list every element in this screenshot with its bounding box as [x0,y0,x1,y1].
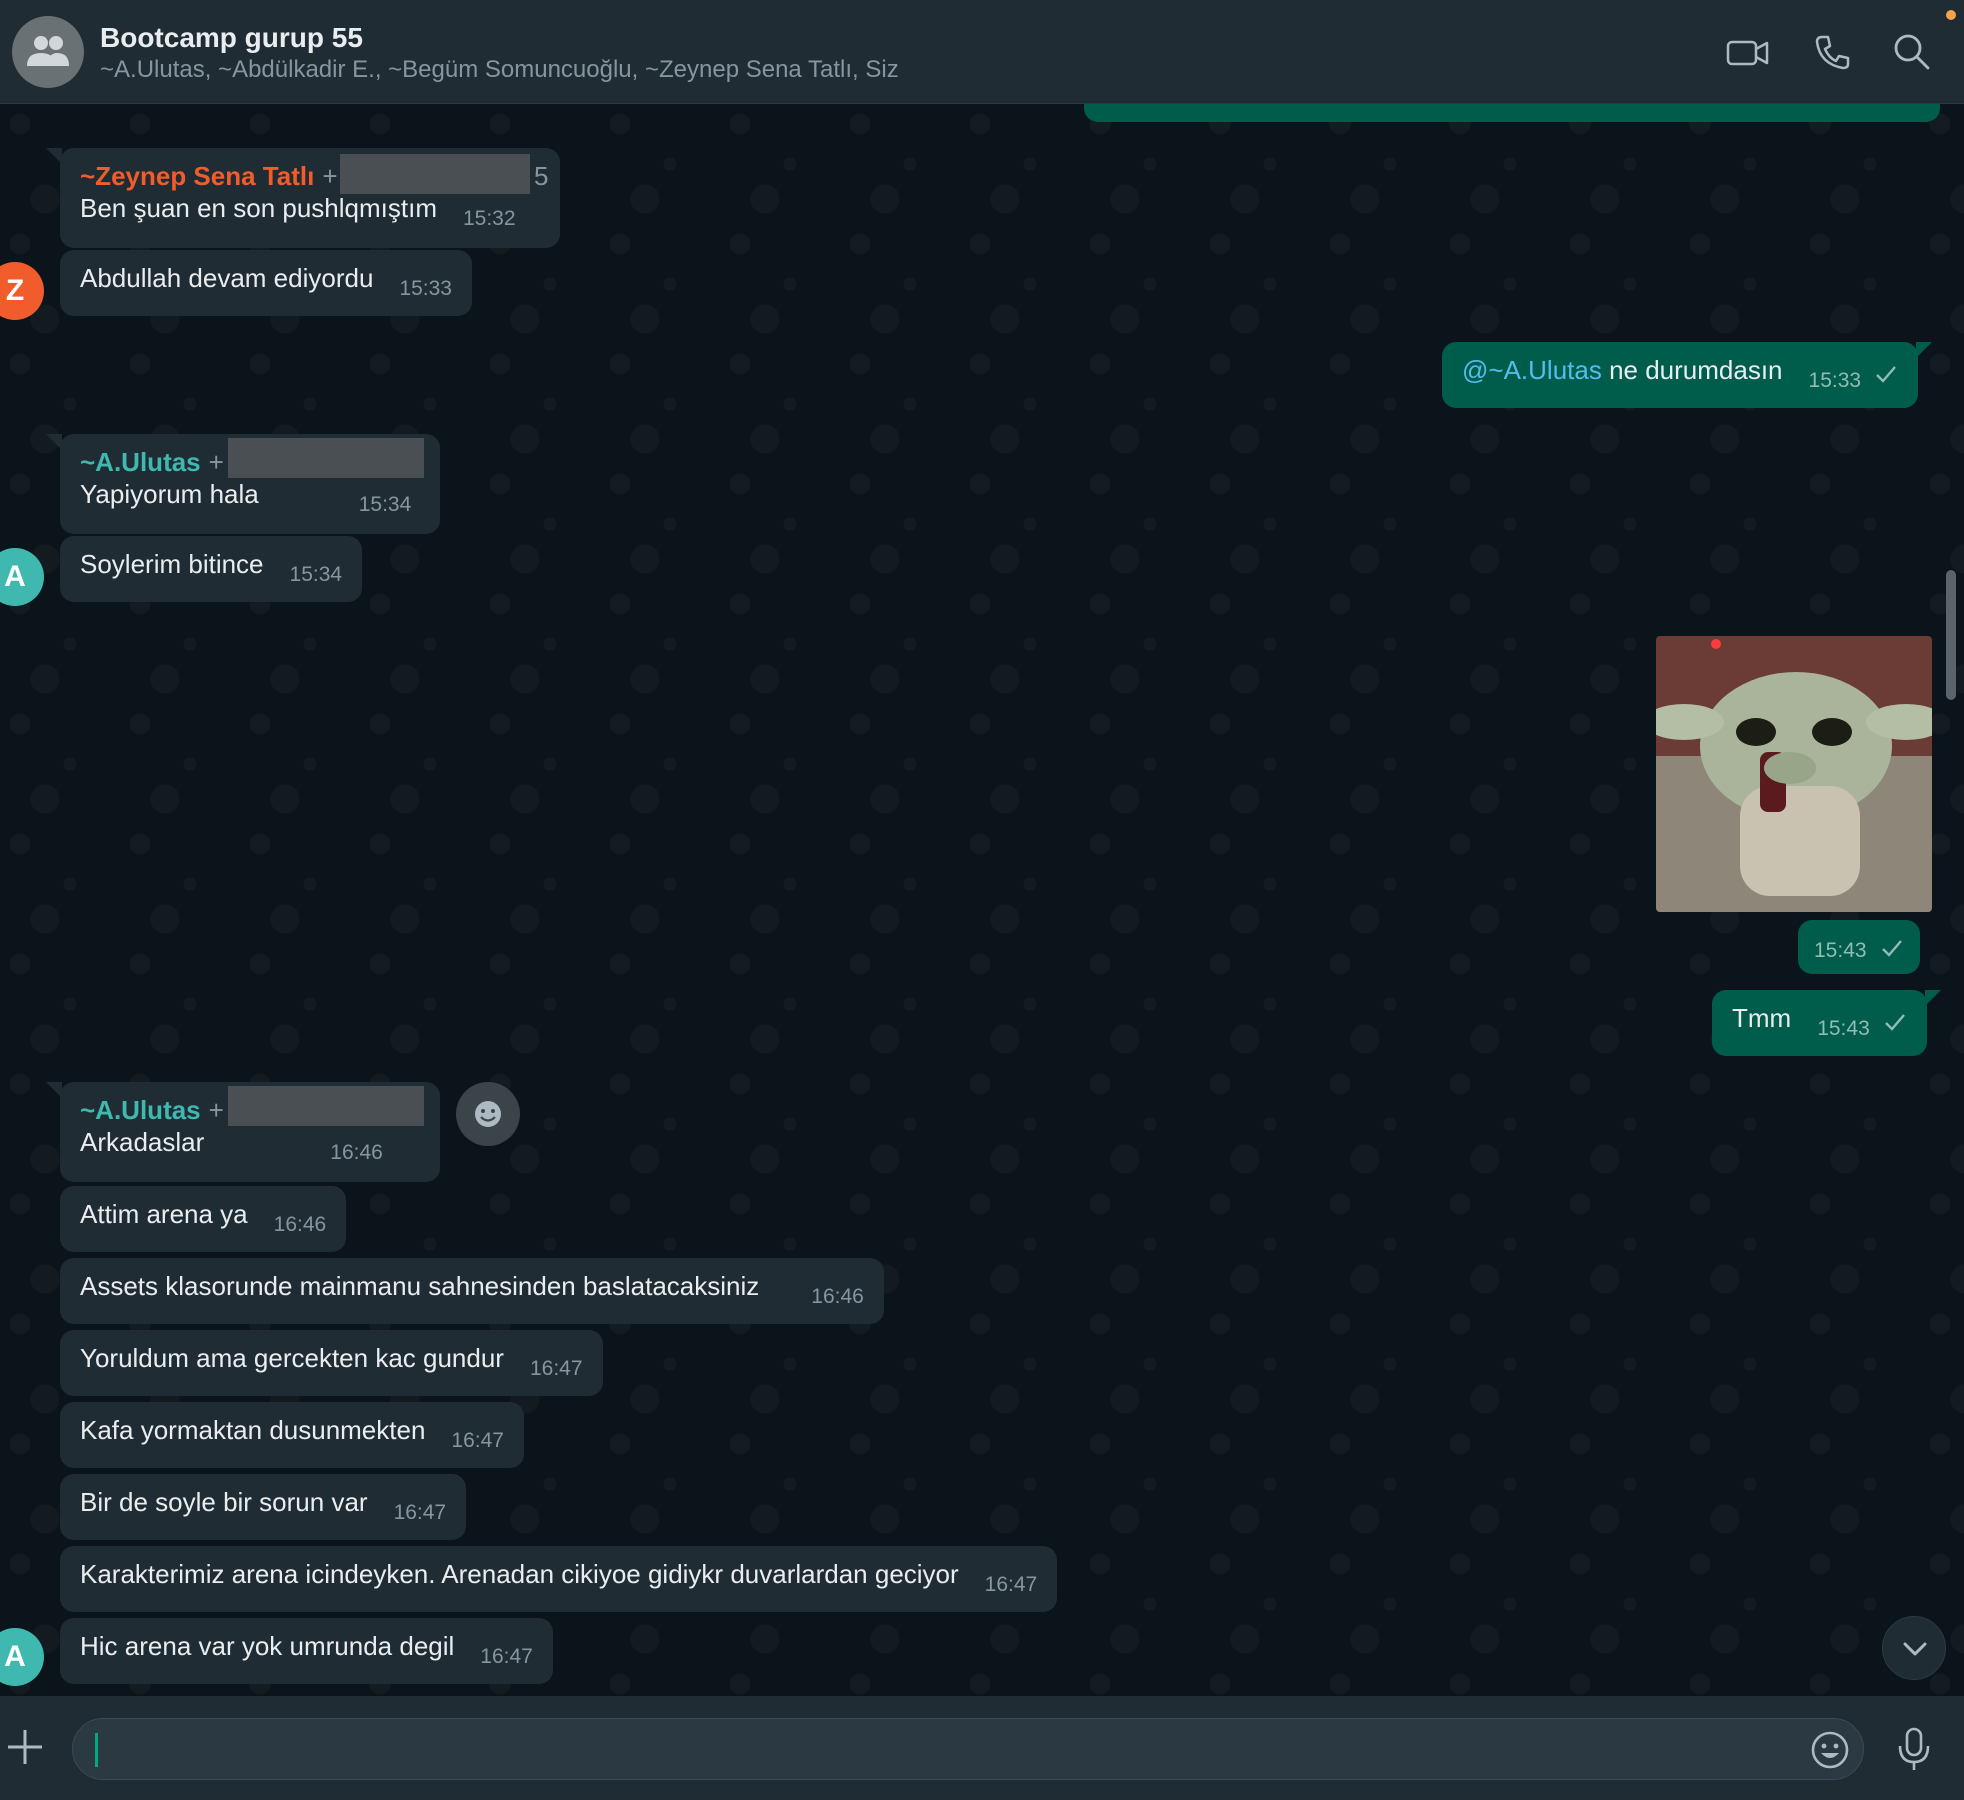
phone-icon [1815,35,1850,70]
message-bubble[interactable]: Abdullah devam ediyordu 15:33 [60,250,472,316]
message-bubble[interactable]: Yoruldum ama gercekten kac gundur 16:47 [60,1330,603,1396]
attach-button[interactable] [4,1726,46,1768]
message-time: 15:33 [1808,369,1862,392]
avatar[interactable]: A [0,1628,44,1686]
search-button[interactable] [1892,32,1936,72]
message-time: 16:47 [393,1501,447,1524]
message-bubble[interactable]: ~A.Ulutas + Arkadaslar 16:46 [46,1082,440,1182]
text-caret [95,1733,98,1767]
search-icon [1894,34,1930,70]
message-text: Yapiyorum hala [80,479,259,509]
notification-dot [1946,10,1956,20]
message-bubble[interactable]: Attim arena ya 16:46 [60,1186,347,1252]
redacted-phone [228,438,424,478]
message-time: 16:47 [529,1357,583,1380]
message-time: 16:46 [273,1213,327,1236]
sender-phone-suffix: 5 [534,161,549,191]
video-camera-icon [1726,40,1769,66]
message-bubble-outgoing[interactable]: Tmm 15:43 [1712,990,1941,1056]
chat-header: Bootcamp gurup 55 ~A.Ulutas, ~Abdülkadir… [0,0,1964,104]
message-bubble[interactable]: ~A.Ulutas + Yapiyorum hala 15:34 [46,434,440,534]
mention-link[interactable]: @~A.Ulutas [1462,355,1602,385]
redacted-phone [340,154,530,194]
message-text: Ben şuan en son pushlqmıştım [80,193,437,223]
avatar[interactable]: Z [0,262,44,320]
message-time: 16:47 [451,1429,504,1452]
emoji-button[interactable] [1810,1730,1850,1770]
message-bubble[interactable]: Assets klasorunde mainmanu sahnesinden b… [60,1258,884,1324]
composer-bar [0,1696,1964,1800]
message-text: Tmm [1732,1003,1792,1033]
message-list[interactable]: ~Zeynep Sena Tatlı +5 Ben şuan en son pus… [0,104,1964,1696]
message-time: 15:43 [1817,1017,1870,1040]
sent-check-icon [1881,940,1902,957]
message-time: 16:47 [480,1645,533,1668]
chat-members[interactable]: ~A.Ulutas, ~Abdülkadir E., ~Begüm Somunc… [100,56,899,84]
plus-icon [8,1730,42,1764]
message-text: Bir de soyle bir sorun var [80,1487,368,1517]
message-bubble[interactable]: Karakterimiz arena icindeyken. Arenadan … [60,1546,1058,1612]
chat-title[interactable]: Bootcamp gurup 55 [100,22,363,54]
message-bubble[interactable]: Kafa yormaktan dusunmekten 16:47 [60,1402,524,1468]
video-call-button[interactable] [1726,32,1770,72]
message-bubble[interactable]: Bir de soyle bir sorun var 16:47 [60,1474,467,1540]
scroll-to-bottom-button[interactable] [1882,1616,1946,1680]
group-avatar[interactable] [12,16,84,88]
message-time: 15:33 [399,277,452,300]
message-text: Karakterimiz arena icindeyken. Arenadan … [80,1559,959,1589]
message-text: Soylerim bitince [80,549,264,579]
message-text: ne durumdasın [1601,355,1783,385]
redacted-phone [228,1086,424,1126]
microphone-icon [1898,1727,1930,1770]
sender-name[interactable]: ~Zeynep Sena Tatlı [80,161,314,191]
smiley-icon [1811,1731,1849,1769]
sender-phone-prefix: + [208,1095,224,1125]
message-bubble[interactable]: Soylerim bitince 15:34 [60,536,363,602]
message-time: 15:43 [1814,939,1867,962]
message-time: 15:32 [462,207,516,230]
message-text: Attim arena ya [80,1199,248,1229]
sender-name[interactable]: ~A.Ulutas [80,1095,201,1125]
message-time: 16:47 [984,1573,1038,1596]
message-text: Hic arena var yok umrunda degil [80,1631,455,1661]
chevron-down-icon [1903,1642,1927,1656]
message-text: Kafa yormaktan dusunmekten [80,1415,426,1445]
message-time: 16:46 [330,1141,383,1164]
voice-message-button[interactable] [1896,1726,1932,1772]
message-input[interactable] [72,1718,1864,1780]
emoji-icon [475,1101,501,1127]
sent-check-icon [1876,366,1897,383]
previous-outgoing-bubble [1084,104,1940,122]
message-bubble[interactable]: ~Zeynep Sena Tatlı +5 Ben şuan en son pus… [46,148,560,248]
sender-phone-prefix: + [208,447,224,477]
scrollbar-thumb[interactable] [1946,570,1956,700]
baby-yoda-sticker[interactable] [1656,636,1932,912]
sender-name[interactable]: ~A.Ulutas [80,447,201,477]
message-bubble-outgoing[interactable]: @~A.Ulutas ne durumdasın 15:33 [1442,342,1933,408]
message-text: Assets klasorunde mainmanu sahnesinden b… [80,1271,760,1301]
sent-check-icon [1885,1014,1905,1031]
message-text: Arkadaslar [80,1127,205,1157]
sender-phone-prefix: + [322,161,338,191]
message-time: 16:46 [811,1285,864,1308]
reaction-button[interactable] [456,1082,520,1146]
voice-call-button[interactable] [1812,32,1856,72]
message-text: Yoruldum ama gercekten kac gundur [80,1343,504,1373]
group-icon [27,36,69,66]
message-time: 15:34 [358,493,412,516]
avatar[interactable]: A [0,548,44,606]
message-time: 15:34 [289,563,343,586]
sticker-timestamp: 15:43 [1798,920,1920,974]
message-text: Abdullah devam ediyordu [80,263,374,293]
message-bubble[interactable]: Hic arena var yok umrunda degil 16:47 [60,1618,553,1684]
